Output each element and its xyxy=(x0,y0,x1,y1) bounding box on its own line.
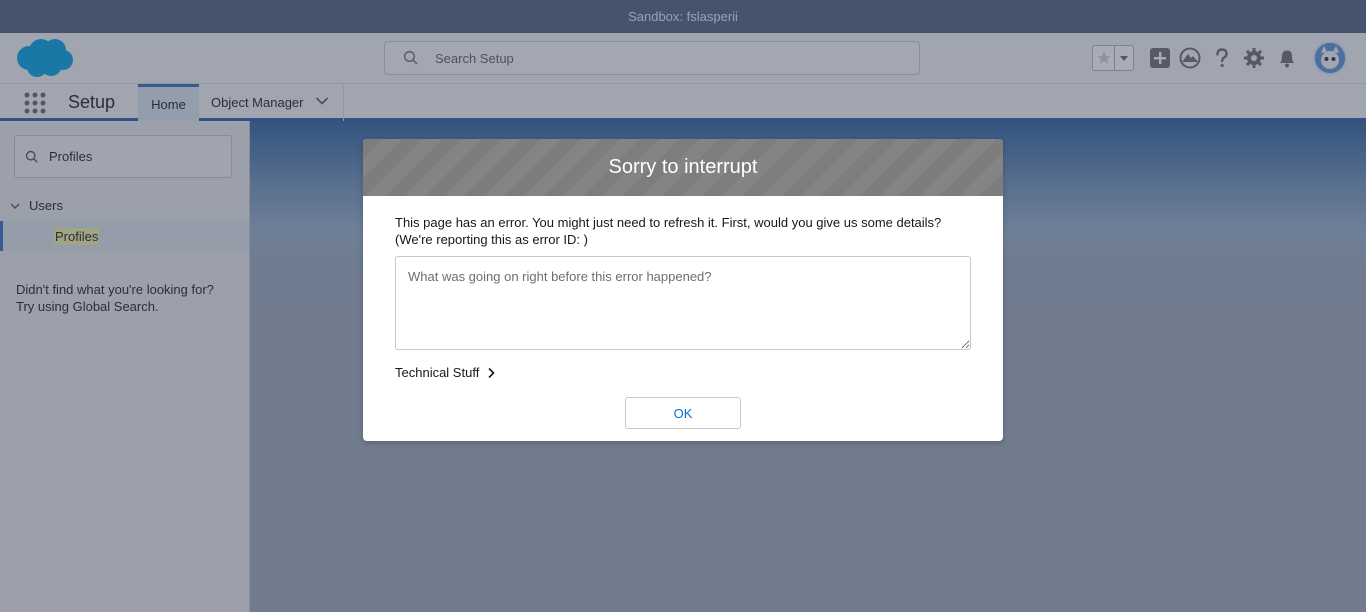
error-message-line1: This page has an error. You might just n… xyxy=(395,215,942,230)
modal-title: Sorry to interrupt xyxy=(608,156,758,178)
ok-button[interactable]: OK xyxy=(625,397,741,429)
error-modal: Sorry to interrupt This page has an erro… xyxy=(363,139,1003,441)
technical-stuff-label: Technical Stuff xyxy=(395,365,480,380)
error-message-line2: (We're reporting this as error ID: ) xyxy=(395,232,588,247)
modal-body: This page has an error. You might just n… xyxy=(363,196,1003,380)
error-details-textarea[interactable] xyxy=(395,256,971,350)
modal-header: Sorry to interrupt xyxy=(363,139,1003,196)
technical-stuff-toggle[interactable]: Technical Stuff xyxy=(395,365,495,380)
chevron-right-icon xyxy=(488,367,495,378)
error-message: This page has an error. You might just n… xyxy=(395,214,971,248)
